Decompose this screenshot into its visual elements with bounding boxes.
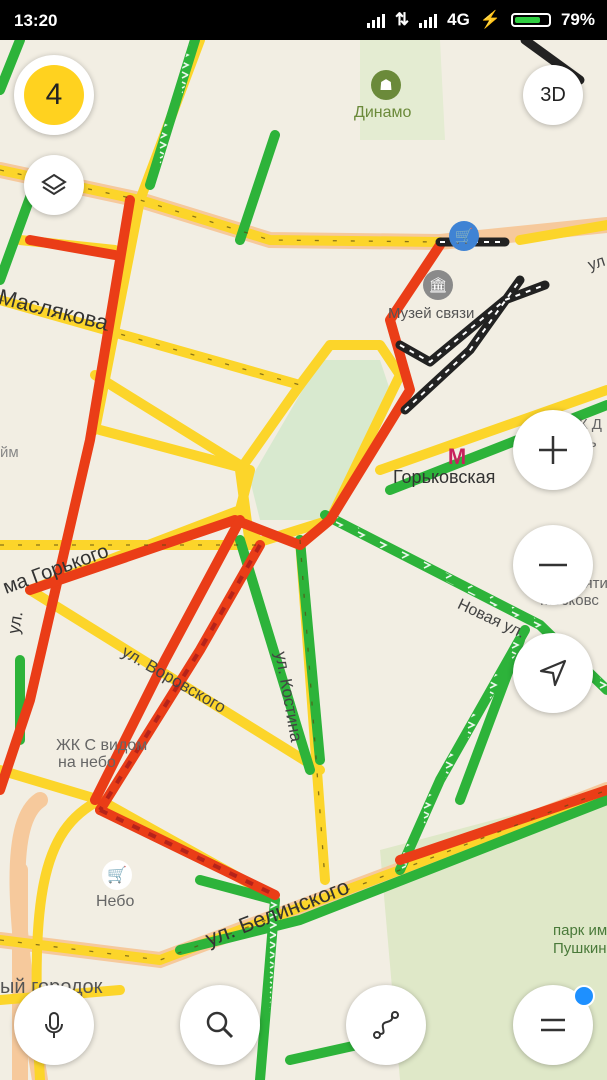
- voice-button[interactable]: [14, 985, 94, 1065]
- signal-icon: [366, 12, 385, 28]
- label-nebo: Небо: [96, 893, 135, 910]
- status-time: 13:20: [14, 11, 58, 30]
- signal-icon-2: [419, 12, 438, 28]
- network-type: 4G: [447, 10, 470, 29]
- search-icon: [206, 1011, 234, 1039]
- status-bar: 13:20 ⇅ 4G ⚡ 79%: [0, 0, 607, 40]
- label-dinamo: Динамо: [354, 104, 412, 121]
- label-park: парк им.: [553, 922, 607, 939]
- battery-level: [514, 17, 541, 23]
- route-icon: [373, 1011, 399, 1039]
- microphone-icon: [45, 1012, 63, 1038]
- navigation-arrow-icon: [539, 659, 567, 687]
- layers-icon: [41, 173, 67, 196]
- shopping-cart-icon[interactable]: 🛒: [449, 221, 479, 251]
- label-museum: Музей связи: [388, 305, 475, 322]
- plus-icon: [539, 436, 567, 464]
- menu-icon: [541, 1018, 565, 1032]
- traffic-score-badge: 4: [24, 65, 84, 125]
- stadium-icon[interactable]: ☗: [371, 70, 401, 100]
- route-button[interactable]: [346, 985, 426, 1065]
- museum-icon[interactable]: 🏛: [423, 270, 453, 300]
- 3d-button[interactable]: 3D: [523, 65, 583, 125]
- shopping-cart-icon-nebo[interactable]: 🛒: [102, 860, 132, 890]
- traffic-map[interactable]: [0, 0, 607, 1080]
- locate-button[interactable]: [513, 633, 593, 713]
- minus-icon: [539, 563, 567, 567]
- traffic-score-button[interactable]: 4: [14, 55, 94, 135]
- layers-button[interactable]: [24, 155, 84, 215]
- label-zhk-s-vidom: ЖК С видом: [56, 737, 148, 754]
- traffic-score: 4: [45, 78, 63, 111]
- battery-percent: 79%: [560, 10, 595, 29]
- search-button[interactable]: [180, 985, 260, 1065]
- label-pushkin: Пушкина: [553, 940, 607, 957]
- zoom-in-button[interactable]: [513, 410, 593, 490]
- label-ul-left: ул.: [4, 609, 27, 636]
- label-gorkovskaya: Горьковская: [393, 467, 496, 487]
- battery-icon: [510, 13, 551, 27]
- zoom-out-button[interactable]: [513, 525, 593, 605]
- data-transfer-icon: ⇅: [394, 10, 410, 29]
- notification-dot: [573, 985, 595, 1007]
- charging-icon: ⚡: [479, 10, 501, 29]
- 3d-label: 3D: [540, 83, 566, 106]
- label-im-left: йм: [0, 444, 19, 461]
- label-na-nebo: на небо: [58, 754, 116, 771]
